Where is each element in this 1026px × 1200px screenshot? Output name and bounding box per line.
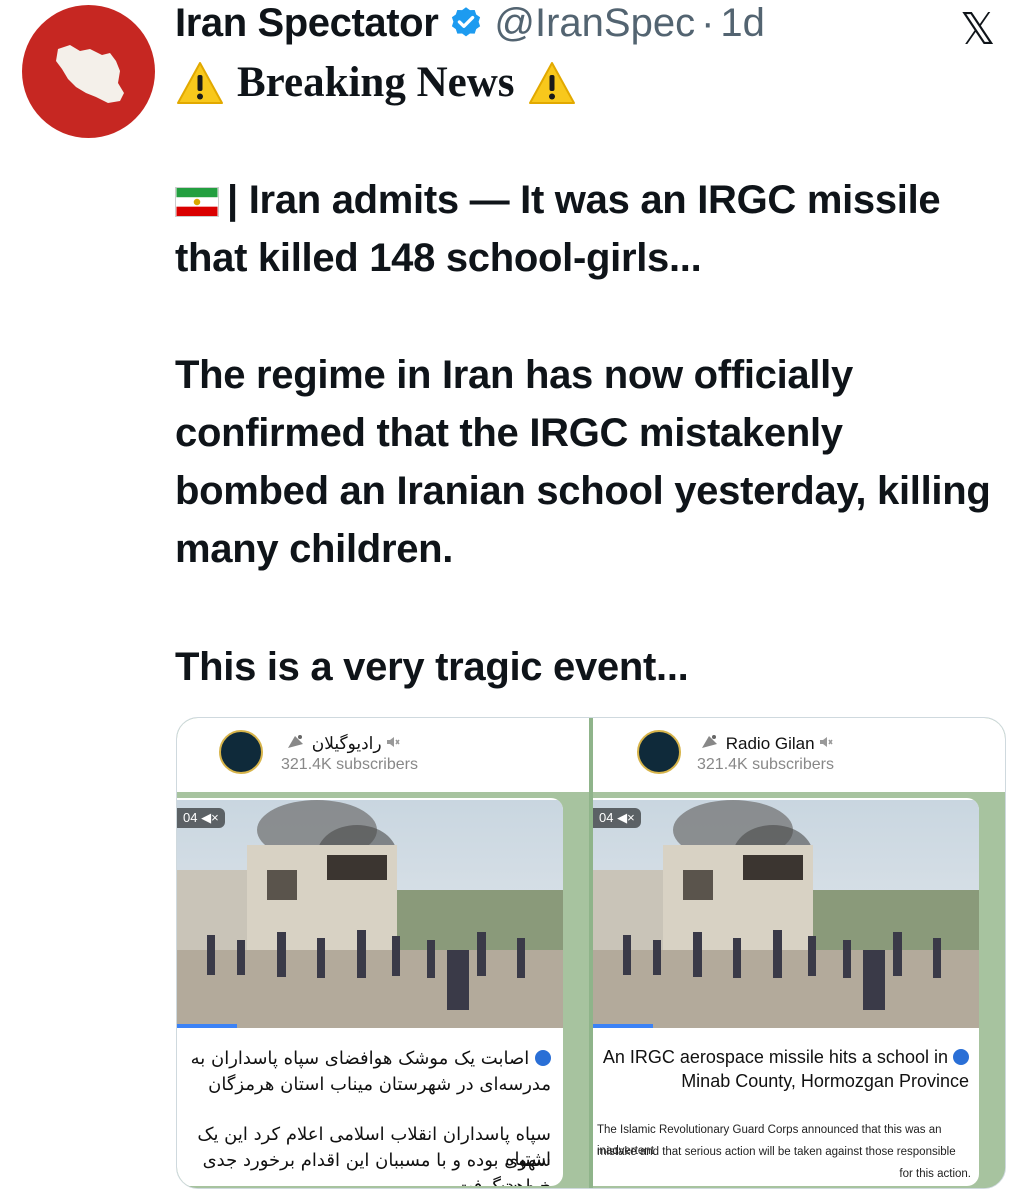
telegram-screenshot-left: رادیوگیلان 321.4K subscribers 04 ◀× اصاب… (177, 718, 589, 1188)
breaking-news-line: Breaking News (175, 58, 577, 107)
caption-line: An IRGC aerospace missile hits a school … (602, 1047, 948, 1067)
verified-badge-icon (448, 5, 484, 41)
tweet-header: Iran Spectator @IranSpec · 1d (175, 0, 765, 46)
video-duration: 04 ◀× (593, 808, 641, 828)
caption-line: مدرسه‌ای در شهرستان میناب استان هرمزگان (208, 1074, 551, 1095)
tweet-headline: | Iran admits — It was an IRGC missile t… (175, 171, 1005, 287)
channel-name: رادیوگیلان (311, 734, 382, 753)
video-duration: 04 ◀× (177, 808, 225, 828)
warning-icon (177, 61, 223, 104)
channel-header: Radio Gilan 321.4K subscribers (593, 718, 1005, 792)
tweet-paragraph: This is a very tragic event... (175, 645, 689, 689)
headline-text: Iran admits — It was an IRGC missile tha… (175, 178, 941, 280)
caption: اصابت یک موشک هوافضای سپاه پاسداران به (181, 1046, 551, 1071)
muted-speaker-icon (820, 737, 833, 747)
channel-logo (637, 730, 681, 774)
telegram-screenshot-right: Radio Gilan 321.4K subscribers 04 ◀× An … (593, 718, 1005, 1188)
tweet-timestamp[interactable]: 1d (720, 1, 765, 46)
school-photo: 04 ◀× (593, 800, 979, 1028)
body-line: mistake and that serious action will be … (597, 1146, 956, 1158)
tweet-paragraph: The regime in Iran has now officially co… (175, 353, 991, 571)
channel-logo (219, 730, 263, 774)
blue-circle-icon (535, 1050, 551, 1066)
body-line: خواهد گرفت. (181, 1174, 551, 1186)
iran-map-icon (56, 45, 124, 103)
x-logo-icon[interactable]: 𝕏 (960, 4, 995, 55)
channel-name-row: رادیوگیلان (285, 732, 400, 754)
headline-separator: | (227, 178, 238, 222)
channel-header: رادیوگیلان 321.4K subscribers (177, 718, 589, 792)
satellite-dish-icon (702, 735, 717, 748)
caption: An IRGC aerospace missile hits a school … (593, 1046, 969, 1069)
body-line: for this action. (899, 1168, 971, 1180)
message-bubble: 04 ◀× An IRGC aerospace missile hits a s… (593, 798, 979, 1186)
satellite-dish-icon (288, 735, 303, 748)
channel-name: Radio Gilan (725, 734, 815, 753)
tweet-media-image[interactable]: رادیوگیلان 321.4K subscribers 04 ◀× اصاب… (176, 717, 1006, 1189)
warning-icon (528, 61, 575, 104)
user-handle[interactable]: @IranSpec (494, 1, 695, 46)
message-bubble: 04 ◀× اصابت یک موشک هوافضای سپاه پاسدارا… (177, 798, 563, 1186)
display-name[interactable]: Iran Spectator (175, 1, 439, 46)
separator-dot: · (701, 0, 715, 45)
iran-flag-icon (175, 187, 219, 217)
caption-line: اصابت یک موشک هوافضای سپاه پاسداران به (190, 1048, 530, 1069)
channel-subscribers: 321.4K subscribers (281, 756, 418, 773)
muted-speaker-icon (387, 737, 400, 747)
channel-subscribers: 321.4K subscribers (697, 756, 834, 773)
caption-line: Minab County, Hormozgan Province (681, 1071, 969, 1091)
duration-text: 04 (183, 810, 198, 825)
profile-avatar[interactable] (22, 5, 155, 138)
channel-name-row: Radio Gilan (699, 732, 833, 754)
breaking-news-text: Breaking News (237, 59, 515, 106)
school-photo: 04 ◀× (177, 800, 563, 1028)
blue-circle-icon (953, 1049, 969, 1065)
duration-text: 04 (599, 810, 614, 825)
